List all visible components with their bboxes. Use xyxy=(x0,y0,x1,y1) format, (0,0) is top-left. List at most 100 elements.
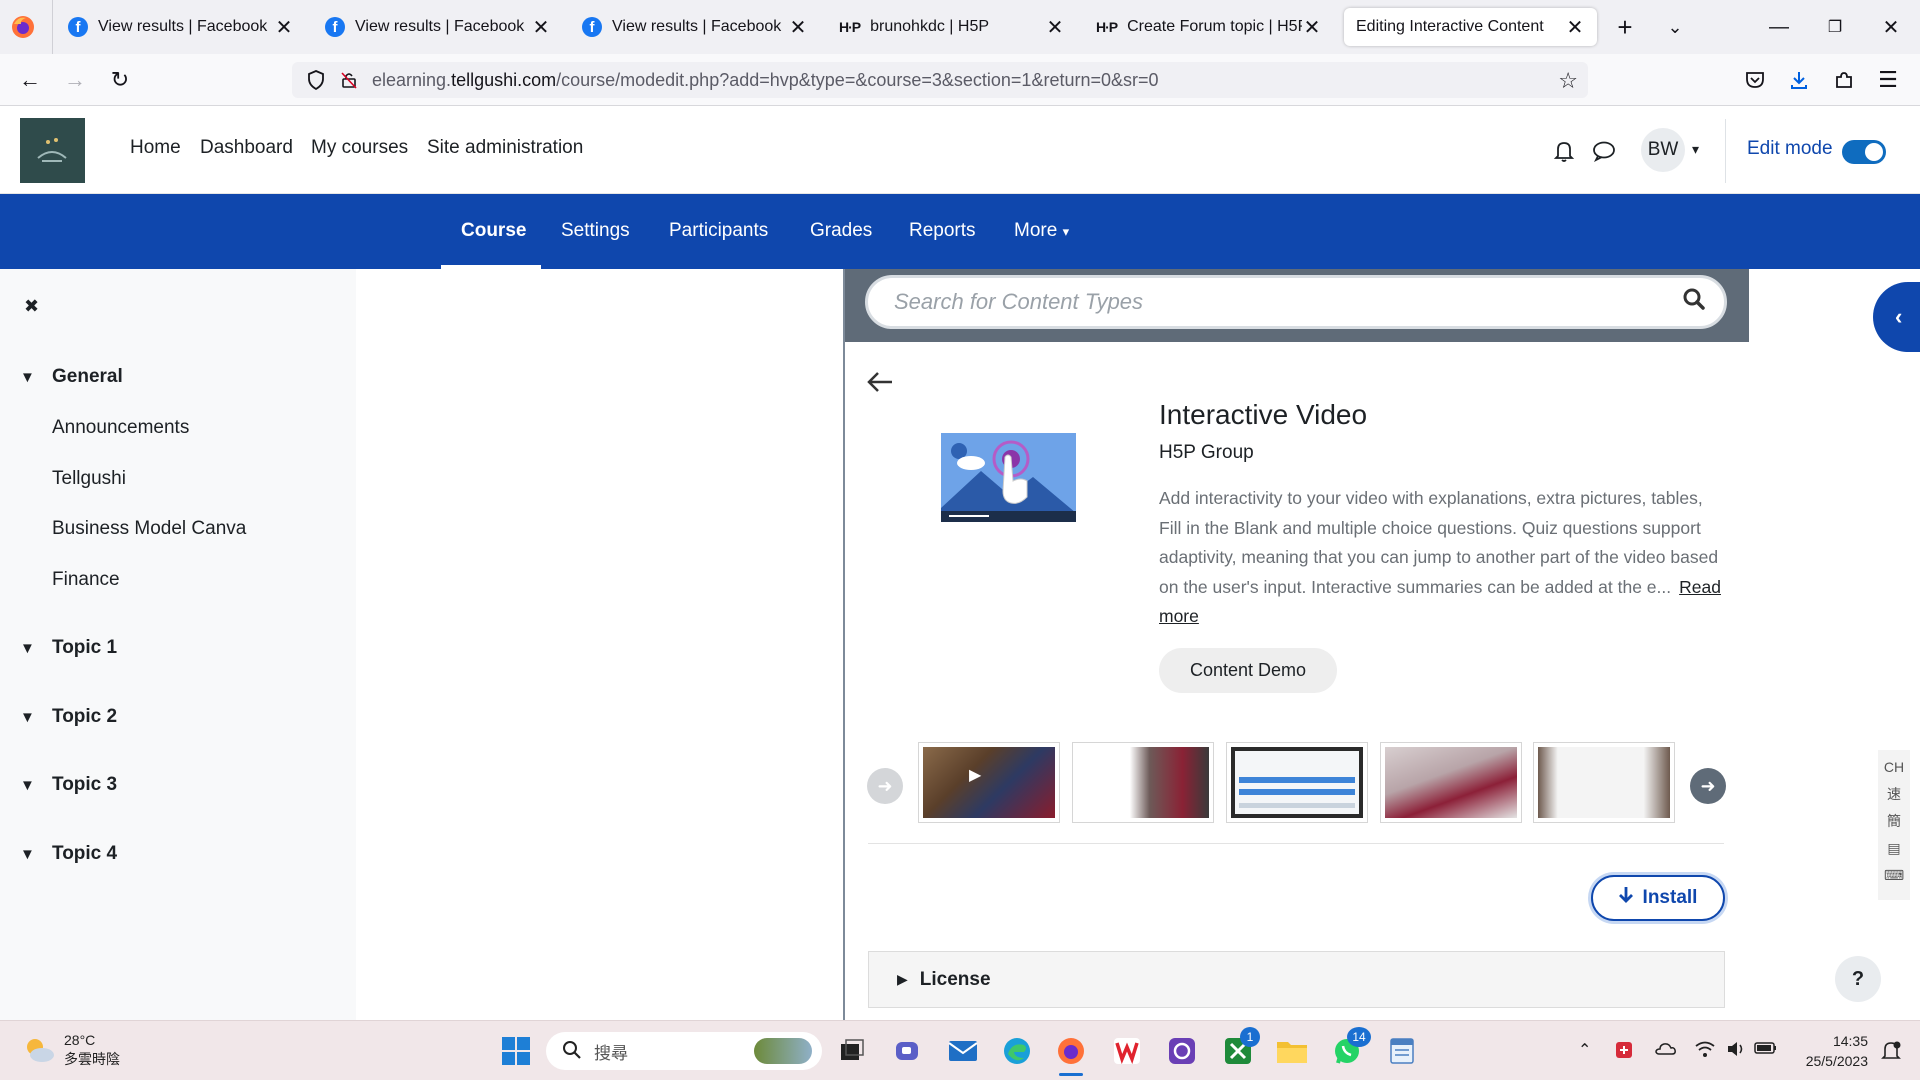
onedrive-cloud-icon[interactable] xyxy=(1653,1040,1677,1061)
permissions-icon[interactable] xyxy=(334,71,364,89)
user-menu-chevron-icon[interactable]: ▾ xyxy=(1692,141,1699,158)
edit-mode-toggle[interactable] xyxy=(1842,140,1886,164)
close-tab-icon[interactable]: ✕ xyxy=(274,15,294,40)
ime-more-icon[interactable]: ⌨ xyxy=(1884,862,1904,889)
app-menu-icon[interactable]: ☰ xyxy=(1870,62,1906,98)
close-tab-icon[interactable]: ✕ xyxy=(1302,15,1322,40)
nav-my-courses[interactable]: My courses xyxy=(311,137,408,159)
xbox-icon[interactable]: 1 xyxy=(1218,1027,1260,1071)
close-tab-icon[interactable]: ✕ xyxy=(1565,15,1585,40)
pocket-icon[interactable] xyxy=(1737,62,1773,98)
ime-settings-icon[interactable]: ▤ xyxy=(1887,835,1900,862)
extensions-icon[interactable] xyxy=(1826,62,1862,98)
section-topic-1[interactable]: ▼ Topic 1 xyxy=(20,637,117,659)
activity-business-model-canva[interactable]: Business Model Canva xyxy=(52,518,246,540)
chevron-down-icon[interactable]: ▼ xyxy=(20,369,40,386)
carousel-next-icon[interactable]: ➜ xyxy=(1690,768,1726,804)
notifications-bell-icon[interactable] xyxy=(1553,139,1575,168)
firefox-menu-icon[interactable] xyxy=(10,14,36,40)
license-accordion[interactable]: ▶ License xyxy=(868,951,1725,1008)
carousel-prev-icon[interactable]: ➜ xyxy=(867,768,903,804)
activity-announcements[interactable]: Announcements xyxy=(52,417,189,439)
new-tab-icon[interactable]: + xyxy=(1600,8,1650,46)
messages-icon[interactable] xyxy=(1592,140,1616,167)
chevron-down-icon[interactable]: ▼ xyxy=(20,640,40,657)
mail-icon[interactable] xyxy=(943,1031,983,1071)
content-type-search-input[interactable]: Search for Content Types xyxy=(865,275,1727,329)
ime-simplified-label[interactable]: 簡 xyxy=(1887,808,1901,835)
user-avatar[interactable]: BW xyxy=(1641,128,1685,172)
content-demo-button[interactable]: Content Demo xyxy=(1159,648,1337,693)
close-tab-icon[interactable]: ✕ xyxy=(531,15,551,40)
open-block-drawer-button[interactable]: ‹ xyxy=(1873,282,1920,352)
windows-start-icon[interactable] xyxy=(496,1031,536,1071)
close-tab-icon[interactable]: ✕ xyxy=(1045,15,1065,40)
notepad-app-icon[interactable] xyxy=(1382,1031,1422,1071)
tab-facebook-3[interactable]: f View results | Facebook ✕ xyxy=(570,8,820,46)
tab-grades[interactable]: Grades xyxy=(810,220,872,242)
chevron-down-icon[interactable]: ▼ xyxy=(20,777,40,794)
whatsapp-icon[interactable]: 14 xyxy=(1327,1027,1371,1071)
close-window-icon[interactable]: ✕ xyxy=(1866,8,1916,46)
wifi-icon[interactable] xyxy=(1694,1040,1716,1063)
activity-tellgushi[interactable]: Tellgushi xyxy=(52,468,126,490)
notifications-center-icon[interactable] xyxy=(1880,1039,1902,1068)
system-clock[interactable]: 14:35 25/5/2023 xyxy=(1798,1031,1868,1071)
screenshot-thumbnail-3[interactable] xyxy=(1226,742,1368,823)
tab-facebook-1[interactable]: f View results | Facebook ✕ xyxy=(56,8,306,46)
reload-icon[interactable]: ↻ xyxy=(102,62,138,98)
tab-editing-interactive-content[interactable]: Editing Interactive Content ✕ xyxy=(1344,8,1597,46)
restore-icon[interactable]: ❐ xyxy=(1810,8,1860,46)
tab-more[interactable]: More ▾ xyxy=(1014,220,1069,242)
section-general[interactable]: ▼ General xyxy=(20,366,123,388)
battery-icon[interactable] xyxy=(1754,1040,1778,1061)
ime-mode-label[interactable]: CH xyxy=(1884,754,1904,781)
close-tab-icon[interactable]: ✕ xyxy=(788,15,808,40)
nav-dashboard[interactable]: Dashboard xyxy=(200,137,293,159)
back-icon[interactable]: ← xyxy=(12,62,48,98)
section-topic-3[interactable]: ▼ Topic 3 xyxy=(20,774,117,796)
volume-icon[interactable] xyxy=(1726,1040,1748,1063)
edge-browser-icon[interactable] xyxy=(997,1031,1037,1071)
shield-icon[interactable] xyxy=(298,70,334,90)
address-bar[interactable]: elearning.tellgushi.com/course/modedit.p… xyxy=(292,62,1588,98)
screenshot-thumbnail-1[interactable]: ▶ xyxy=(918,742,1060,823)
app-tray-icon[interactable] xyxy=(1614,1040,1634,1065)
activity-finance[interactable]: Finance xyxy=(52,569,120,591)
bookmark-star-icon[interactable]: ☆ xyxy=(1558,68,1578,94)
forward-icon[interactable]: → xyxy=(57,62,93,98)
nav-site-administration[interactable]: Site administration xyxy=(427,137,583,159)
install-button[interactable]: Install xyxy=(1591,875,1725,921)
back-arrow-icon[interactable] xyxy=(866,368,894,402)
chevron-down-icon[interactable]: ▼ xyxy=(20,846,40,863)
downloads-icon[interactable] xyxy=(1781,62,1817,98)
list-tabs-icon[interactable]: ⌄ xyxy=(1650,8,1700,46)
tab-course[interactable]: Course xyxy=(461,220,526,242)
wps-office-icon[interactable] xyxy=(1107,1031,1147,1071)
task-view-icon[interactable] xyxy=(832,1031,872,1071)
tab-settings[interactable]: Settings xyxy=(561,220,630,242)
tab-h5p-brunohkdc[interactable]: H·P brunohkdc | H5P ✕ xyxy=(827,8,1077,46)
teams-chat-icon[interactable] xyxy=(888,1031,928,1071)
tab-participants[interactable]: Participants xyxy=(669,220,768,242)
show-hidden-icons-chevron-icon[interactable]: ⌃ xyxy=(1578,1040,1591,1060)
close-drawer-icon[interactable]: ✖ xyxy=(24,296,39,317)
file-explorer-icon[interactable] xyxy=(1272,1031,1312,1071)
section-topic-2[interactable]: ▼ Topic 2 xyxy=(20,706,117,728)
section-topic-4[interactable]: ▼ Topic 4 xyxy=(20,843,117,865)
firefox-taskbar-icon[interactable] xyxy=(1051,1031,1091,1076)
site-logo[interactable] xyxy=(20,118,85,183)
chevron-down-icon[interactable]: ▼ xyxy=(20,709,40,726)
taskbar-search-input[interactable]: 搜尋 xyxy=(546,1032,822,1070)
ime-speed-label[interactable]: 速 xyxy=(1887,781,1901,808)
screenshot-thumbnail-2[interactable] xyxy=(1072,742,1214,823)
screenshot-thumbnail-5[interactable] xyxy=(1533,742,1675,823)
weather-icon[interactable] xyxy=(22,1035,56,1070)
search-icon[interactable] xyxy=(1682,287,1706,317)
tab-h5p-forum[interactable]: H·P Create Forum topic | H5P ✕ xyxy=(1084,8,1334,46)
help-button[interactable]: ? xyxy=(1835,956,1881,1002)
weather-widget[interactable]: 28°C 多雲時陰 xyxy=(64,1031,120,1069)
screenshot-thumbnail-4[interactable] xyxy=(1380,742,1522,823)
tab-reports[interactable]: Reports xyxy=(909,220,976,242)
app-purple-icon[interactable] xyxy=(1162,1031,1202,1071)
